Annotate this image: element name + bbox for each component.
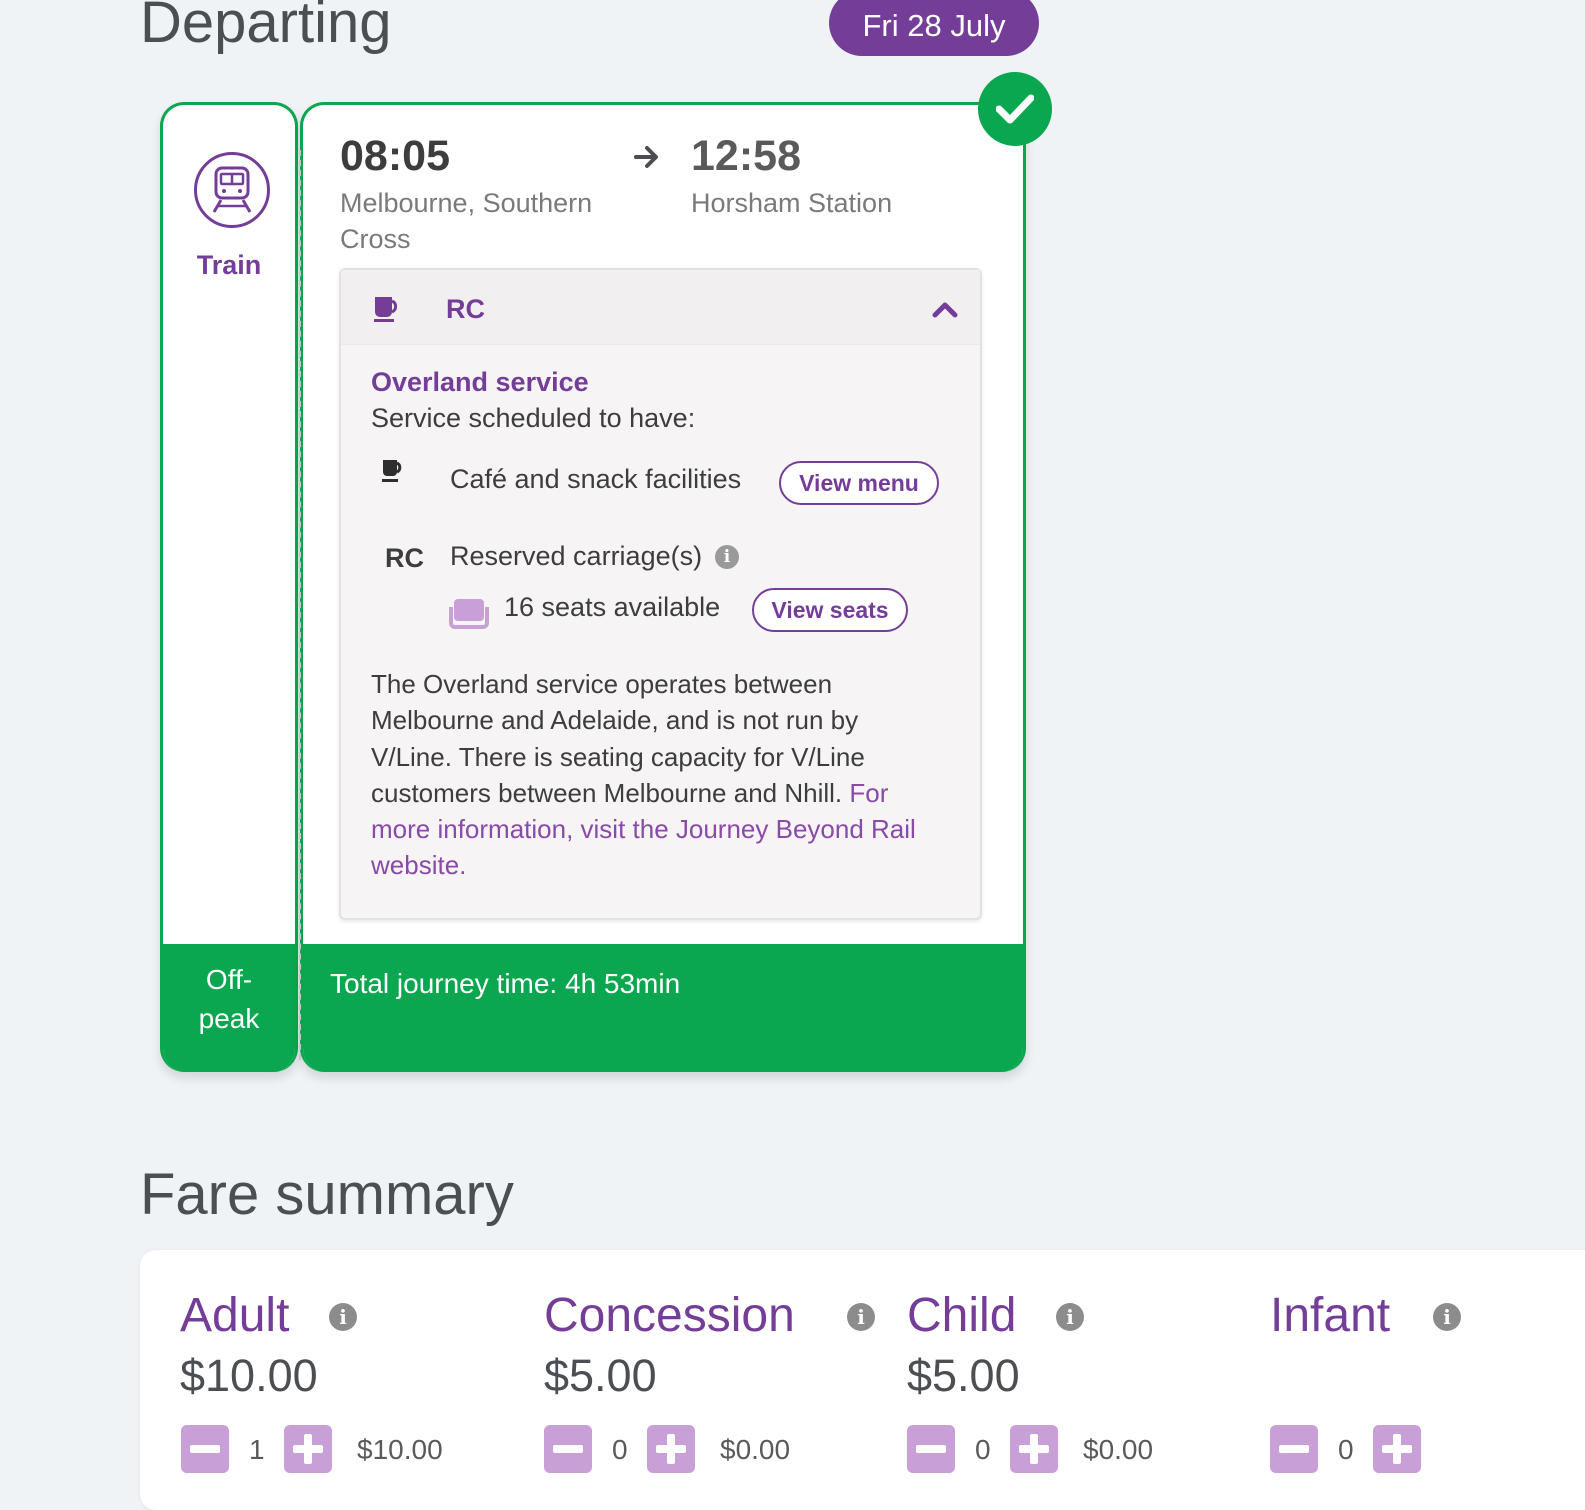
fare-price: $10.00 bbox=[180, 1350, 318, 1401]
minus-button[interactable] bbox=[181, 1425, 229, 1473]
fare-qty: 1 bbox=[249, 1434, 265, 1465]
info-icon[interactable]: i bbox=[1056, 1303, 1084, 1331]
description-line: customers between Melbourne and Nhill. F… bbox=[371, 775, 971, 811]
mode-label: Train bbox=[196, 250, 262, 280]
seats-available: 16 seats available bbox=[504, 592, 721, 622]
journey-beyond-link[interactable]: website. bbox=[371, 850, 466, 880]
service-details-panel: RC Overland service Service scheduled to… bbox=[339, 268, 982, 920]
right-arrow-icon bbox=[633, 143, 661, 176]
view-menu-button[interactable]: View menu bbox=[779, 461, 939, 505]
service-panel-header[interactable]: RC bbox=[341, 270, 980, 345]
plus-button[interactable] bbox=[647, 1425, 695, 1473]
departing-heading: Departing bbox=[140, 0, 392, 55]
fare-name: Adult bbox=[180, 1289, 290, 1342]
minus-button[interactable] bbox=[544, 1425, 592, 1473]
journey-beyond-link[interactable]: For bbox=[849, 778, 888, 808]
ticket-perforation bbox=[299, 150, 301, 1060]
info-icon[interactable]: i bbox=[1433, 1303, 1461, 1331]
description-line: more information, visit the Journey Beyo… bbox=[371, 811, 971, 847]
description-line: website. bbox=[371, 847, 971, 883]
train-icon bbox=[194, 152, 270, 228]
ticket-mode-column[interactable] bbox=[160, 102, 298, 1072]
fare-type-line2: peak bbox=[198, 1003, 260, 1034]
description-line: V/Line. There is seating capacity for V/… bbox=[371, 741, 865, 772]
depart-station: Melbourne, Southern Cross bbox=[340, 185, 592, 257]
description-line: Melbourne and Adelaide, and is not run b… bbox=[371, 705, 859, 736]
coffee-cup-icon bbox=[372, 294, 402, 329]
plus-button[interactable] bbox=[284, 1425, 332, 1473]
arrive-time: 12:58 bbox=[691, 132, 801, 180]
coffee-cup-icon bbox=[381, 458, 405, 489]
fare-subtotal: $10.00 bbox=[357, 1434, 443, 1465]
reserved-carriage-label: Reserved carriage(s) bbox=[450, 541, 703, 571]
fare-name: Concession bbox=[544, 1289, 795, 1342]
depart-station-line1: Melbourne, Southern bbox=[340, 188, 593, 218]
date-pill: Fri 28 July bbox=[829, 0, 1039, 56]
minus-icon bbox=[190, 1445, 220, 1453]
view-seats-button[interactable]: View seats bbox=[752, 588, 908, 632]
service-description: The Overland service operates between Me… bbox=[371, 666, 971, 884]
service-scheduled: Service scheduled to have: bbox=[371, 403, 696, 433]
plus-icon bbox=[293, 1434, 323, 1464]
check-icon bbox=[978, 72, 1052, 146]
description-text: customers between Melbourne and Nhill. bbox=[371, 777, 850, 808]
minus-icon bbox=[553, 1445, 583, 1453]
info-icon[interactable]: i bbox=[715, 545, 739, 569]
plus-icon bbox=[1019, 1434, 1049, 1464]
fare-name: Child bbox=[907, 1289, 1017, 1342]
minus-icon bbox=[916, 1445, 946, 1453]
fare-price: $5.00 bbox=[907, 1350, 1020, 1401]
fare-summary-heading: Fare summary bbox=[140, 1162, 514, 1227]
arrive-station: Horsham Station bbox=[691, 188, 893, 218]
total-journey-time: Total journey time: 4h 53min bbox=[330, 968, 681, 999]
journey-footer bbox=[303, 944, 1023, 1072]
rc-label: RC bbox=[385, 543, 424, 573]
minus-button[interactable] bbox=[1270, 1425, 1318, 1473]
chevron-up-icon[interactable] bbox=[932, 300, 958, 323]
minus-button[interactable] bbox=[907, 1425, 955, 1473]
plus-button[interactable] bbox=[1373, 1425, 1421, 1473]
plus-icon bbox=[1382, 1434, 1412, 1464]
fare-name: Infant bbox=[1270, 1289, 1391, 1342]
depart-station-line2: Cross bbox=[340, 224, 411, 254]
fare-qty: 0 bbox=[975, 1434, 991, 1465]
plus-icon bbox=[656, 1434, 686, 1464]
seat-icon bbox=[449, 597, 489, 634]
fare-subtotal: $0.00 bbox=[1083, 1434, 1154, 1465]
minus-icon bbox=[1279, 1445, 1309, 1453]
fare-subtotal: $0.00 bbox=[720, 1434, 791, 1465]
fare-price: $5.00 bbox=[544, 1350, 657, 1401]
plus-button[interactable] bbox=[1010, 1425, 1058, 1473]
info-icon[interactable]: i bbox=[847, 1303, 875, 1331]
journey-beyond-link[interactable]: more information, visit the Journey Beyo… bbox=[371, 814, 916, 844]
fare-qty: 0 bbox=[612, 1434, 628, 1465]
service-code: RC bbox=[446, 294, 485, 324]
cafe-facility-label: Café and snack facilities bbox=[450, 464, 742, 494]
fare-type-line1: Off- bbox=[205, 964, 253, 995]
fare-type-label: Off- peak bbox=[160, 960, 298, 1038]
depart-time: 08:05 bbox=[340, 132, 450, 180]
fare-qty: 0 bbox=[1338, 1434, 1354, 1465]
description-line: The Overland service operates between bbox=[371, 669, 833, 699]
service-title: Overland service bbox=[371, 367, 589, 397]
info-icon[interactable]: i bbox=[329, 1303, 357, 1331]
